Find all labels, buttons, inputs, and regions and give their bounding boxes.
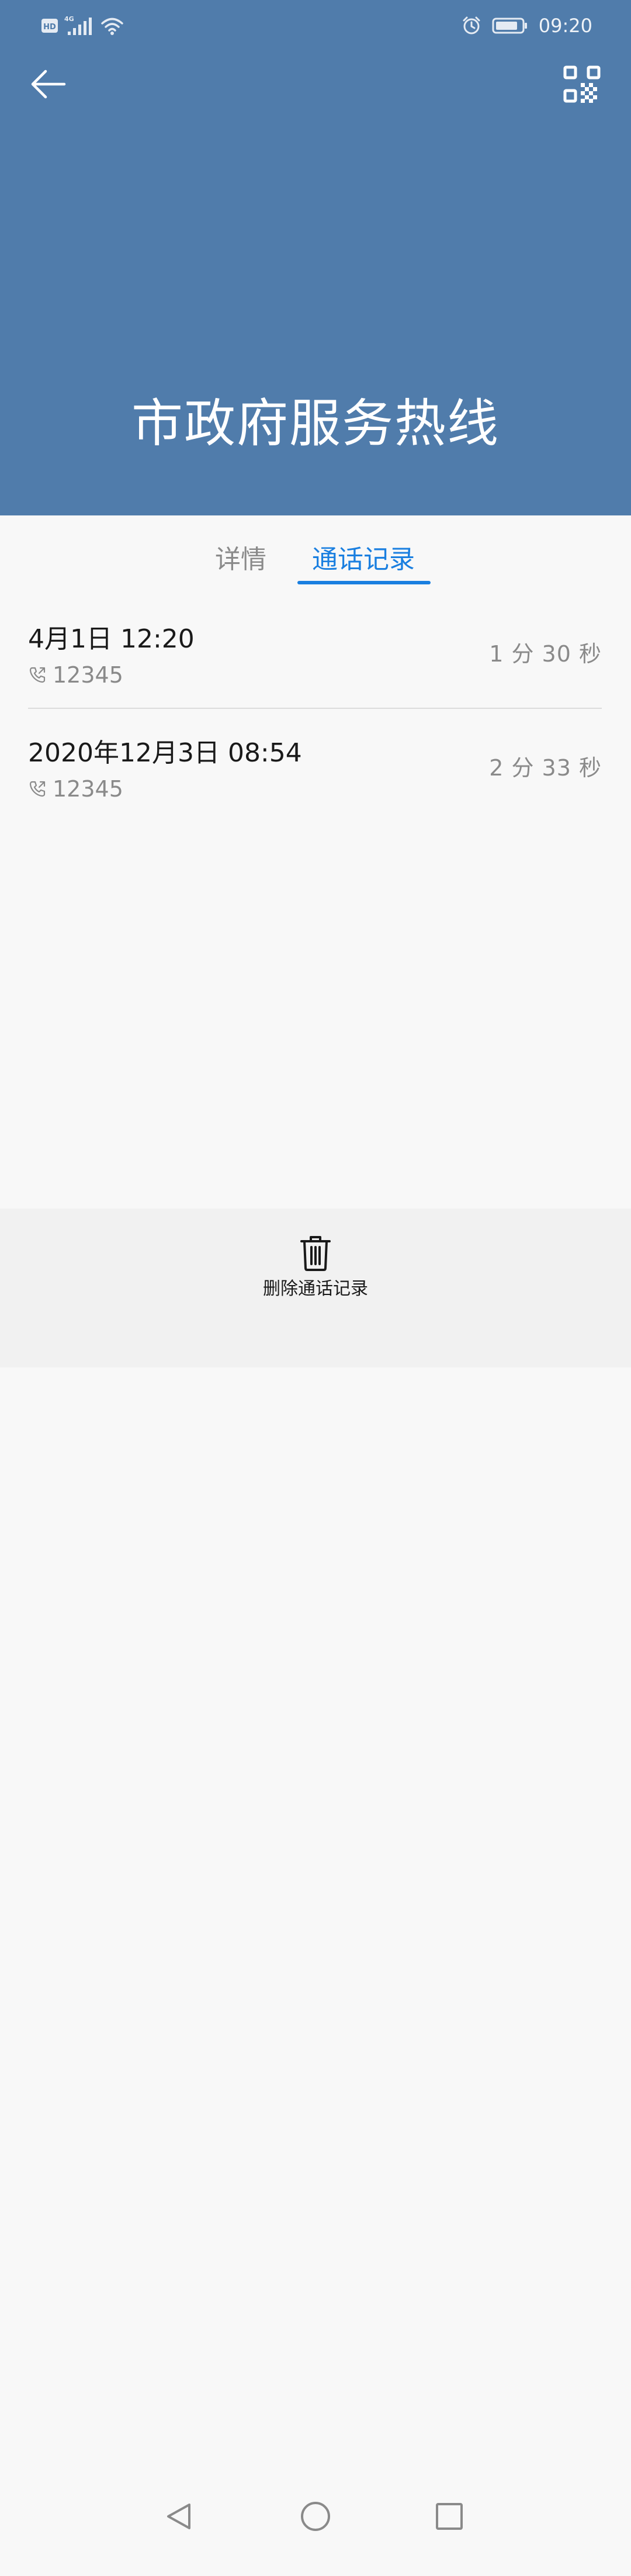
active-tab-indicator xyxy=(297,581,431,584)
nav-home-icon xyxy=(301,2502,330,2531)
outgoing-call-icon xyxy=(29,781,46,797)
tab-details[interactable]: 详情 xyxy=(215,542,266,577)
wifi-icon xyxy=(101,18,123,35)
network-type-label: 4G xyxy=(64,15,74,23)
call-log-row[interactable]: 4月1日 12:20 12345 1 分 30 秒 xyxy=(28,595,602,708)
call-number: 12345 xyxy=(53,662,123,688)
call-duration: 1 分 30 秒 xyxy=(489,641,602,667)
contact-name: 市政府服务热线 xyxy=(131,393,500,453)
nav-home-button[interactable] xyxy=(292,2494,339,2541)
outgoing-call-icon xyxy=(29,667,46,683)
call-number: 12345 xyxy=(53,776,123,802)
nav-recent-icon xyxy=(436,2503,463,2530)
call-duration: 2 分 33 秒 xyxy=(489,755,602,781)
hd-label: HD xyxy=(43,23,56,32)
call-number-line: 12345 xyxy=(28,774,123,804)
alarm-icon xyxy=(463,16,480,34)
arrow-left-icon xyxy=(31,70,66,99)
delete-call-log-button[interactable]: 删除通话记录 xyxy=(245,1220,386,1308)
trash-icon xyxy=(300,1236,331,1271)
status-left: HD 4G xyxy=(41,15,124,36)
battery-icon xyxy=(492,18,527,34)
system-nav-bar xyxy=(0,2494,631,2576)
status-bar: HD 4G 09:20 xyxy=(0,0,631,53)
call-log-row[interactable]: 2020年12月3日 08:54 12345 2 分 33 秒 xyxy=(28,708,602,822)
contact-header: HD 4G 09:20 市政府服务热线 xyxy=(0,0,631,515)
nav-back-icon xyxy=(167,2504,190,2529)
qr-code-icon xyxy=(563,65,601,103)
hd-icon: HD xyxy=(41,19,58,33)
nav-recent-button[interactable] xyxy=(425,2494,472,2541)
tab-call-log[interactable]: 通话记录 xyxy=(312,542,415,577)
status-time: 09:20 xyxy=(538,15,592,37)
qr-code-button[interactable] xyxy=(563,65,601,103)
call-datetime: 2020年12月3日 08:54 xyxy=(28,738,302,768)
call-datetime: 4月1日 12:20 xyxy=(28,624,195,654)
signal-icon: 4G xyxy=(64,15,92,35)
back-button[interactable] xyxy=(28,63,70,105)
tab-bar: 详情 通话记录 xyxy=(0,515,631,587)
bottom-bar: 删除通话记录 xyxy=(0,1209,631,2531)
call-log-list: 4月1日 12:20 12345 1 分 30 秒 2020年12月3日 08:… xyxy=(28,595,602,822)
nav-back-button[interactable] xyxy=(157,2494,203,2541)
call-number-line: 12345 xyxy=(28,660,123,690)
status-right: 09:20 xyxy=(462,13,592,39)
delete-call-log-label: 删除通话记录 xyxy=(263,1279,368,1299)
